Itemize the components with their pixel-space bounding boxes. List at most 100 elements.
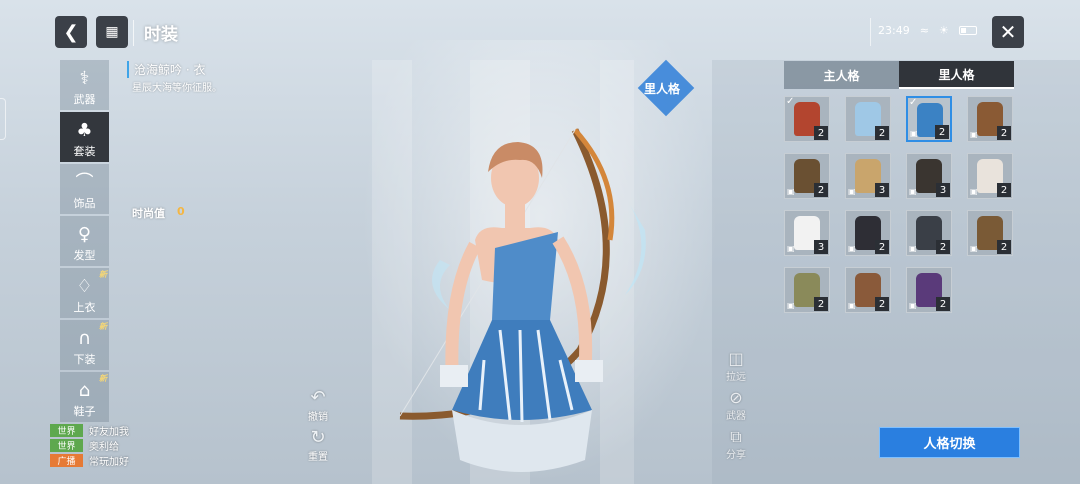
- tab-persona-1[interactable]: 里人格: [899, 61, 1014, 89]
- brightness-icon: ☀: [938, 24, 949, 37]
- weapon-icon: ⚕: [79, 68, 90, 89]
- item-count: 2: [935, 125, 949, 139]
- lock-icon: ▣: [787, 187, 795, 196]
- sidebar-item-label: 鞋子: [73, 405, 96, 418]
- item-count: 2: [936, 297, 950, 311]
- lock-icon: ▣: [848, 187, 856, 196]
- fashion-value: 0: [177, 205, 185, 218]
- reset-icon: ↻: [310, 427, 326, 448]
- persona-tag-label: 里人格: [644, 82, 681, 96]
- sidebar-item-4[interactable]: 新 ♢ 上衣: [60, 268, 109, 318]
- status-bar: 23:49 ≈ ☀: [878, 24, 977, 37]
- chat-message: 奥利给: [89, 441, 119, 453]
- wifi-icon: ≈: [919, 24, 929, 37]
- close-button[interactable]: ✕: [992, 16, 1024, 48]
- sidebar-item-3[interactable]: ♀ 发型: [60, 216, 109, 266]
- sidebar-item-1[interactable]: ♣ 套装: [60, 112, 109, 162]
- character-model[interactable]: [380, 120, 680, 484]
- sidebar-item-0[interactable]: ⚕ 武器: [60, 60, 109, 110]
- outfit-grid: ✓ 2 2 ✓ ▣ 2 ▣ 2 ▣ 2 ▣ 3 ▣ 3 ▣ 2 ▣ 3 ▣ 2 ▣ 2 ▣ 2 ▣ 2 ▣ 2 ▣ 2: [784, 96, 1016, 313]
- sidebar-item-label: 上衣: [73, 301, 96, 314]
- outfit-slot[interactable]: ▣ 2: [967, 210, 1013, 256]
- item-name: 沧海鲸吟 · 衣: [127, 61, 205, 78]
- outfit-slot[interactable]: ▣ 2: [845, 267, 891, 313]
- lock-icon: ▣: [970, 130, 978, 139]
- check-icon: ✓: [909, 97, 918, 108]
- item-count: 2: [875, 126, 889, 140]
- wrist-ruffle: [575, 360, 603, 382]
- back-arrow-icon: ❮: [63, 21, 79, 43]
- item-count: 3: [936, 183, 950, 197]
- page-title: 时装: [144, 25, 178, 45]
- outfit-slot[interactable]: ▣ 2: [906, 267, 952, 313]
- lock-icon: ▣: [848, 301, 856, 310]
- wrist-ruffle: [440, 365, 468, 387]
- outfit-slot[interactable]: ▣ 2: [845, 210, 891, 256]
- sidebar-item-label: 武器: [73, 93, 96, 106]
- persona-tabs: 主人格 里人格: [784, 61, 1014, 89]
- character-arm: [445, 241, 481, 371]
- outfit-slot[interactable]: ▣ 3: [906, 153, 952, 199]
- undo-icon: ↶: [310, 387, 326, 408]
- item-count: 2: [997, 126, 1011, 140]
- lock-icon: ▣: [909, 187, 917, 196]
- menu-button[interactable]: ▦: [96, 16, 128, 48]
- clock: 23:49: [878, 24, 910, 37]
- character-neck: [505, 202, 525, 228]
- hat-icon: ⌒: [75, 172, 94, 193]
- item-count: 2: [814, 126, 828, 140]
- item-count: 2: [814, 183, 828, 197]
- reset-button[interactable]: ↻ 重置: [308, 427, 328, 464]
- sidebar-item-5[interactable]: 新 ∩ 下装: [60, 320, 109, 370]
- battery-icon: [958, 26, 977, 35]
- item-count: 2: [936, 240, 950, 254]
- item-count: 3: [814, 240, 828, 254]
- outfit-slot[interactable]: ▣ 2: [906, 210, 952, 256]
- item-count: 2: [875, 240, 889, 254]
- item-count: 2: [814, 297, 828, 311]
- undo-label: 撤销: [308, 412, 328, 423]
- shoes-icon: ⌂: [78, 380, 91, 401]
- pants-icon: ∩: [77, 328, 92, 349]
- sidebar-item-label: 发型: [73, 249, 96, 262]
- outfit-icon: ♣: [76, 120, 93, 141]
- water-splash: [625, 205, 646, 295]
- outfit-slot[interactable]: ▣ 2: [967, 96, 1013, 142]
- sidebar-item-label: 下装: [73, 353, 96, 366]
- sidebar-item-2[interactable]: ⌒ 饰品: [60, 164, 109, 214]
- sidebar-item-label: 套装: [73, 145, 96, 158]
- outfit-slot[interactable]: ▣ 2: [784, 153, 830, 199]
- sidebar-item-label: 饰品: [73, 197, 96, 210]
- chat-channel-badge: 广播: [50, 453, 83, 467]
- chat-box[interactable]: 世界 好友加我 世界 奥利给 广播 常玩加好: [50, 423, 129, 468]
- new-badge: 新: [99, 374, 107, 383]
- lock-icon: ▣: [909, 244, 917, 253]
- chat-channel-badge: 世界: [50, 438, 83, 452]
- lock-icon: ▣: [970, 244, 978, 253]
- outfit-slot[interactable]: 2: [845, 96, 891, 142]
- edge-handle[interactable]: [0, 98, 6, 140]
- tab-persona-0[interactable]: 主人格: [784, 61, 899, 89]
- outfit-slot[interactable]: ✓ 2: [784, 96, 830, 142]
- outfit-slot[interactable]: ▣ 2: [784, 267, 830, 313]
- new-badge: 新: [99, 322, 107, 331]
- sidebar-item-6[interactable]: 新 ⌂ 鞋子: [60, 372, 109, 422]
- chat-line: 世界 好友加我: [50, 423, 129, 438]
- close-x-icon: ✕: [999, 20, 1017, 44]
- outfit-slot[interactable]: ▣ 2: [967, 153, 1013, 199]
- water-splash: [432, 260, 450, 310]
- outfit-slot[interactable]: ▣ 3: [784, 210, 830, 256]
- top-bar: ❮ ▦ 时装 23:49 ≈ ☀ ✕: [0, 0, 1080, 60]
- chat-line: 广播 常玩加好: [50, 453, 129, 468]
- persona-switch-button[interactable]: 人格切换: [879, 427, 1020, 458]
- undo-button[interactable]: ↶ 撤销: [308, 387, 328, 424]
- item-description: 星辰大海等你征服。: [132, 83, 222, 94]
- chat-message: 常玩加好: [89, 456, 129, 468]
- fashion-value-label: 时尚值: [132, 207, 165, 220]
- outfit-slot[interactable]: ✓ ▣ 2: [906, 96, 952, 142]
- outfit-slot[interactable]: ▣ 3: [845, 153, 891, 199]
- chat-message: 好友加我: [89, 426, 129, 438]
- new-badge: 新: [99, 270, 107, 279]
- back-button[interactable]: ❮: [55, 16, 87, 48]
- item-count: 2: [997, 240, 1011, 254]
